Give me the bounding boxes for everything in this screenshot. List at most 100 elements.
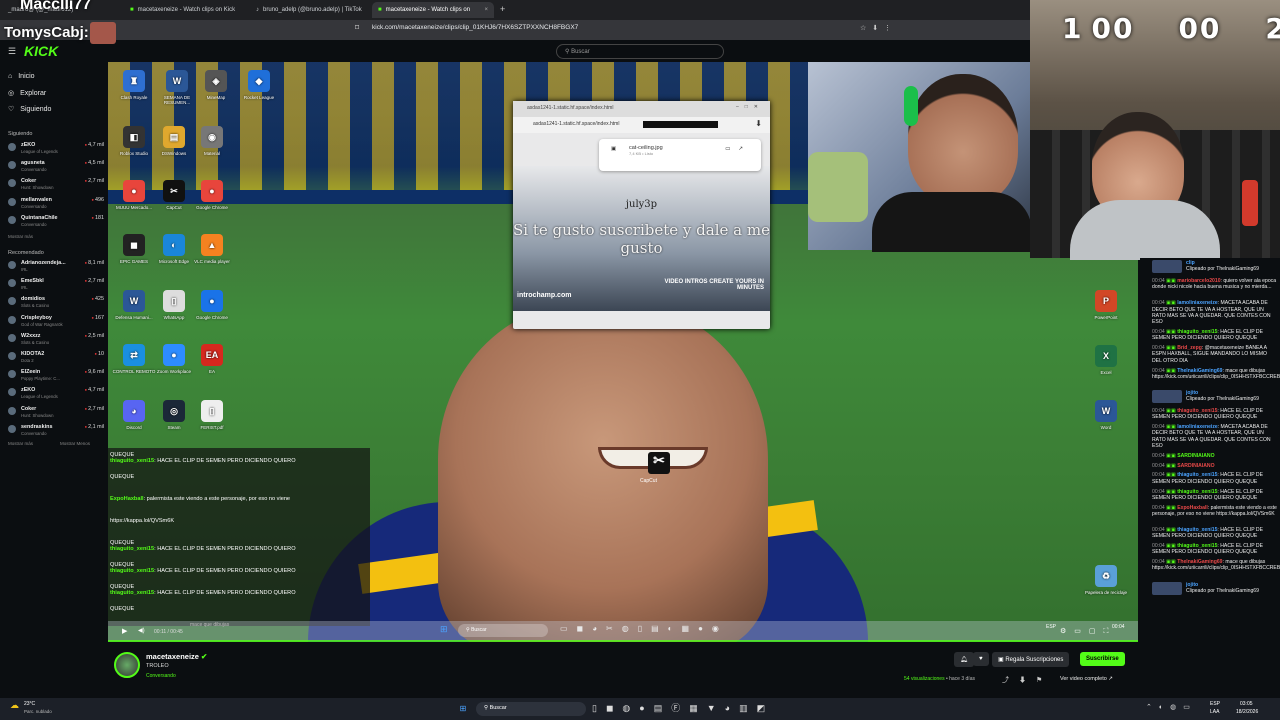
download-item[interactable]: ▣ cat-ceiling.jpg 7,4 KB • Listo ▭↗: [599, 139, 761, 171]
inner-taskbar-apps-icons[interactable]: ▭◼◕✂◍▯▤◐▦●◉: [560, 624, 728, 633]
bookmark-icon[interactable]: ⌑: [355, 23, 359, 32]
sidebar-channel[interactable]: KIDOTA2Dota 2 10: [8, 351, 104, 365]
sidebar-channel[interactable]: QuintanaChileConversando 181: [8, 215, 104, 229]
weather-icon: ☁: [10, 700, 19, 710]
sidebar-channel[interactable]: W2xxzzSlots & Casino 2,5 mil: [8, 333, 104, 347]
channel-name: mellanvalen: [21, 196, 52, 203]
sidebar-channel[interactable]: domidiosSlots & Casino 425: [8, 296, 104, 310]
capcut-icon[interactable]: ✂: [648, 452, 670, 474]
desktop-icon[interactable]: ▯ FERIST.pdf: [190, 400, 234, 452]
badge-icon: ▣▣: [1166, 329, 1178, 336]
channel-category: Conversando: [21, 221, 47, 227]
desktop-icon[interactable]: W Word: [1084, 400, 1128, 452]
window-controls-icons[interactable]: –□✕: [736, 104, 764, 110]
browser-actions-icons[interactable]: ☆⬇⋮: [860, 24, 897, 32]
sidebar-channel[interactable]: ElZeeinPoppy Playtime: C... 9,6 mil: [8, 369, 104, 383]
desktop-icon[interactable]: ⇄ CONTROL REMOTO: [112, 344, 156, 396]
chat-message: 00:04 ▣▣ thiaguito_xeni15: HACE EL CLIP …: [1152, 472, 1278, 485]
nav-following[interactable]: ♡ Siguiendo: [8, 105, 51, 114]
chat-message: 00:04 ▣▣ ThelnakiGaming69: mace que dibu…: [1152, 559, 1280, 572]
nav-explore[interactable]: ◎ Explorar: [8, 89, 46, 98]
sidebar-channel[interactable]: EmeSbklIRL 2,7 mil: [8, 278, 104, 292]
desktop-icon[interactable]: ◼ EPIC GAMES: [112, 234, 156, 286]
popup-title: asdas1241-1.static.hf.space/index.html: [527, 105, 614, 111]
chat-message: 00:04 ▣▣ thiaguito_xeni15: HACE EL CLIP …: [1152, 489, 1278, 502]
player-settings-icons[interactable]: ⚙▭▢⛶: [1060, 627, 1116, 636]
desktop-icon[interactable]: ▲ VLC media player: [190, 234, 234, 286]
desktop-icon[interactable]: ● Google Chrome: [190, 180, 234, 232]
popup-url-bar[interactable]: asdas1241-1.static.hf.space/index.html ⬇: [513, 117, 770, 133]
sidebar-channel[interactable]: sendraskinsConversando 2,1 mil: [8, 424, 104, 438]
system-tray-icons[interactable]: ⌃◐◍▭: [1146, 703, 1197, 711]
browser-tab[interactable]: ■ macetaxeneize - Watch clips on Kick: [124, 2, 248, 18]
os-taskbar-apps-icons[interactable]: ▯◼◍●▤Ⓕ▦▼◕▥◩: [592, 701, 774, 714]
sidebar-channel[interactable]: zEKOLeague of Legends 4,7 mil: [8, 142, 104, 156]
desktop-icon[interactable]: W SEMANA DE RESUMEN...: [155, 70, 199, 122]
clip-category[interactable]: Conversando: [146, 673, 176, 679]
download-icon[interactable]: ⬇: [755, 119, 762, 128]
nav-home[interactable]: ⌂ Inicio: [8, 73, 35, 80]
clip-thumbnail[interactable]: [1152, 581, 1182, 595]
desktop-icon[interactable]: W Defensa Humani...: [112, 290, 156, 342]
clip-thumbnail[interactable]: [1152, 260, 1182, 273]
desktop-icon[interactable]: ◕ Discord: [112, 400, 156, 452]
os-search[interactable]: ⚲ Buscar: [476, 702, 586, 716]
desktop-icon[interactable]: ◈ MineMap: [194, 70, 238, 122]
close-tab-icon[interactable]: ×: [484, 7, 488, 13]
channel-name[interactable]: macetaxeneize ✔: [146, 652, 207, 661]
full-video-link[interactable]: Ver video completo ↗: [1060, 676, 1113, 682]
desktop-icon[interactable]: ◉ Material: [190, 126, 234, 178]
folder-open-icon[interactable]: ▭↗: [725, 146, 751, 152]
show-more-link[interactable]: Mostrar más: [8, 234, 33, 239]
desktop-icon[interactable]: ● MUUU Mercado...: [112, 180, 156, 232]
desktop-icon[interactable]: EA EA: [190, 344, 234, 396]
windows-start-icon[interactable]: ⊞: [440, 624, 448, 635]
sidebar-channel[interactable]: agusnetaConversando 4,5 mil: [8, 160, 104, 174]
inner-search[interactable]: ⚲ Buscar: [458, 624, 548, 637]
weather-desc: Parc. nublado: [24, 709, 52, 714]
url-input[interactable]: kick.com/macetaxeneize/clips/clip_01KHJ6…: [372, 24, 578, 31]
gift-subs-button[interactable]: ▣ Regala Suscripciones: [992, 652, 1070, 667]
chat-timestamp: 00:04: [1152, 472, 1165, 479]
desktop-icon[interactable]: ● Google Chrome: [190, 290, 234, 342]
sidebar-channel[interactable]: CokerHunt: Showdown 2,7 mil: [8, 406, 104, 420]
headset-icon: [904, 86, 918, 126]
share-download-icons[interactable]: ⤴⬇⚑: [1002, 675, 1052, 685]
desktop-icon[interactable]: ◆ Rocket League: [237, 70, 281, 122]
sidebar-channel[interactable]: CrispleyboyGod of War Ragnarök 167: [8, 315, 104, 329]
heart-icon[interactable]: ♥: [973, 652, 989, 666]
subscribe-button[interactable]: Suscribirse: [1080, 652, 1125, 666]
clip-thumbnail[interactable]: [1152, 390, 1182, 403]
volume-icon[interactable]: ◀): [138, 627, 145, 634]
bell-icon[interactable]: 🔔︎: [954, 652, 974, 667]
sidebar-channel[interactable]: mellanvalenConversando 496: [8, 197, 104, 211]
show-more-link[interactable]: Mostrar más: [8, 441, 33, 446]
search-input[interactable]: ⚲ Buscar: [556, 44, 724, 59]
tab-label: macetaxeneize - Watch clips on Kick: [137, 7, 236, 13]
channel-name: Coker: [21, 178, 37, 185]
sidebar-channel[interactable]: Adrianozendeja...IRL 8,1 mil: [8, 260, 104, 274]
desktop-icon[interactable]: P PowerPoint: [1084, 290, 1128, 342]
desktop-icon[interactable]: ♻ Papelera de reciclaje: [1084, 565, 1128, 617]
recommended-heading: Recomendado: [8, 250, 44, 256]
popup-browser-window[interactable]: asdas1241-1.static.hf.space/index.html –□…: [513, 101, 770, 329]
badge-icon: ▣▣: [1166, 462, 1178, 469]
desktop-icon[interactable]: X Excel: [1084, 345, 1128, 397]
show-less-link[interactable]: Mostrar Menos: [60, 441, 90, 446]
channel-avatar[interactable]: [114, 652, 140, 678]
kick-logo[interactable]: KICK: [24, 43, 58, 59]
chat-username: ExpoHaxball: [110, 496, 144, 502]
browser-tab[interactable]: ♪ bruno_adelp (@bruno.adelp) | TikTok: [250, 2, 370, 18]
browser-tab-active[interactable]: ■ macetaxeneize - Watch clips on ×: [372, 2, 494, 18]
channel-name: W2xxzz: [21, 332, 41, 339]
windows-start-icon[interactable]: ⊞: [456, 702, 470, 716]
sidebar-channel[interactable]: zEKOLeague of Legends 4,7 mil: [8, 387, 104, 401]
badge-icon: ▣▣: [1166, 472, 1178, 479]
new-tab-button[interactable]: +: [500, 4, 505, 14]
sidebar-channel[interactable]: CokerHunt: Showdown 2,7 mil: [8, 178, 104, 192]
play-icon[interactable]: ▶: [122, 627, 127, 635]
desktop-icon[interactable]: ♜ Clash Royale: [112, 70, 156, 122]
menu-icon[interactable]: ☰: [8, 46, 16, 57]
progress-bar[interactable]: [108, 640, 1138, 642]
desktop-icon[interactable]: ◧ Roblox Studio: [112, 126, 156, 178]
